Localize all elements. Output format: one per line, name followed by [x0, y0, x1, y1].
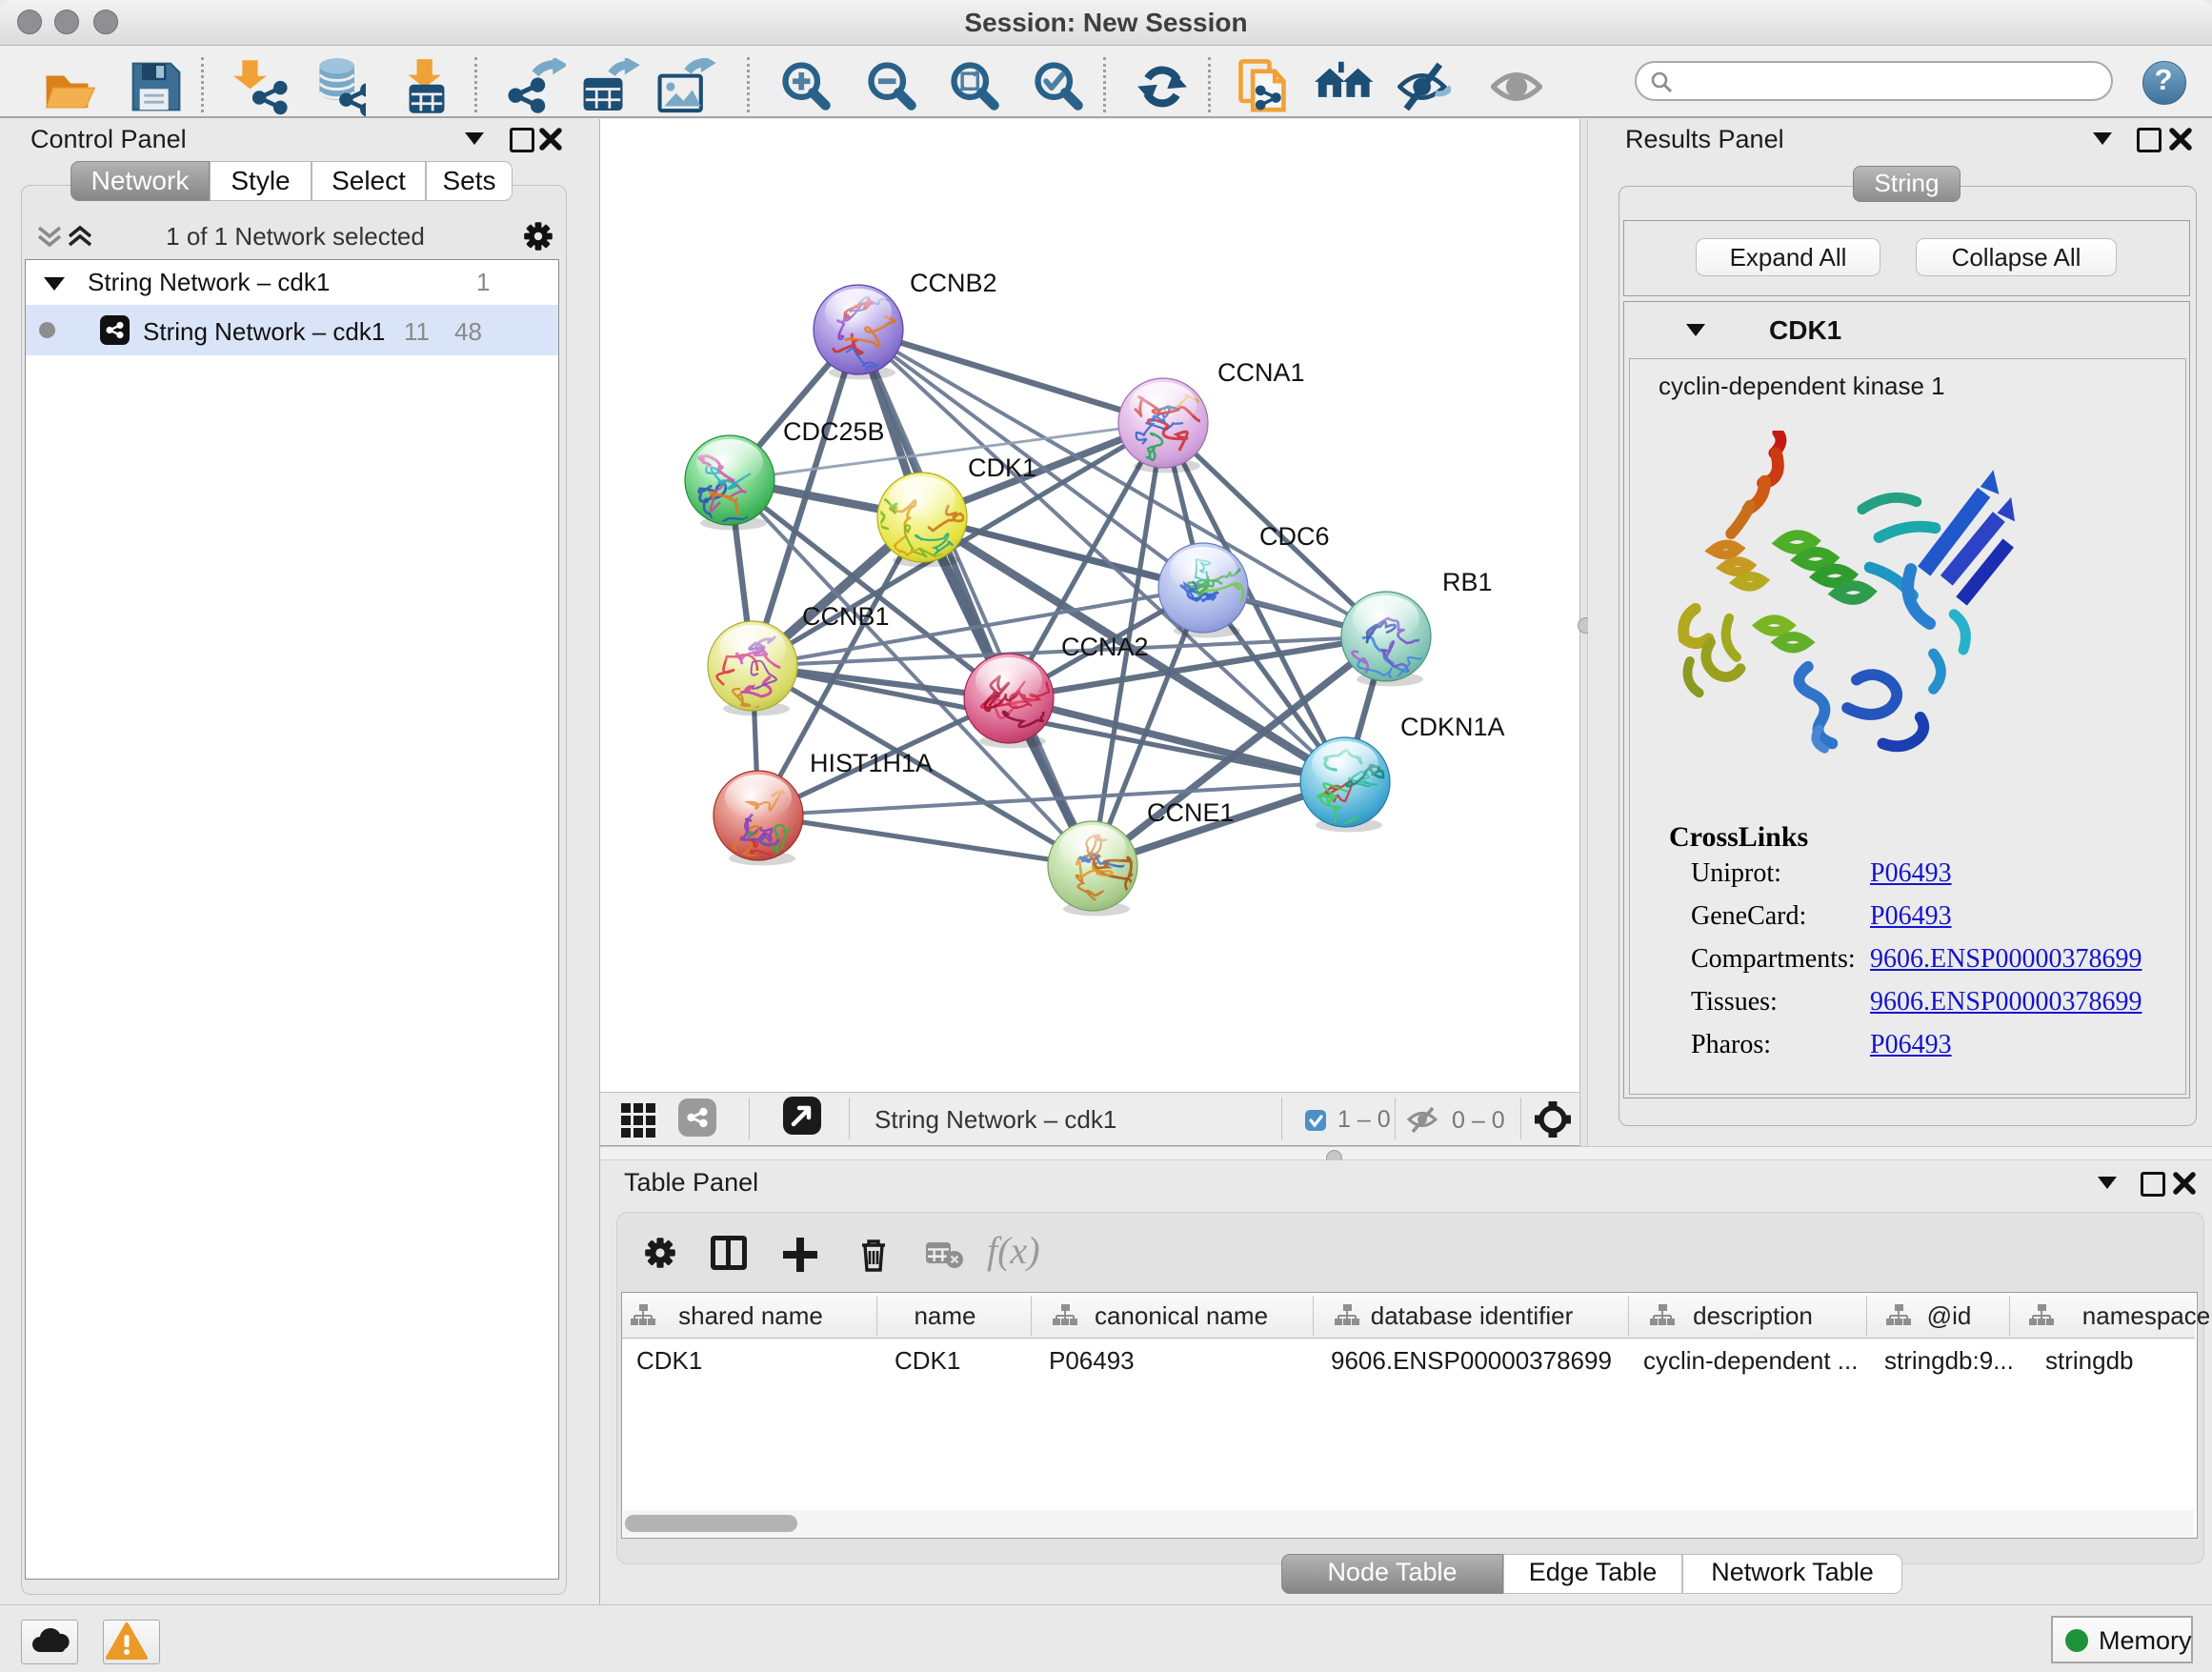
svg-text:CDK1: CDK1	[968, 453, 1036, 482]
svg-text:RB1: RB1	[1442, 568, 1493, 596]
svg-text:CCNB1: CCNB1	[802, 602, 890, 631]
svg-text:CDC25B: CDC25B	[783, 417, 885, 446]
svg-text:CCNA1: CCNA1	[1217, 358, 1305, 387]
svg-text:CDC6: CDC6	[1259, 522, 1330, 551]
svg-text:CCNE1: CCNE1	[1147, 798, 1235, 827]
svg-text:HIST1H1A: HIST1H1A	[810, 749, 933, 777]
svg-text:CCNB2: CCNB2	[910, 269, 997, 297]
svg-text:CCNA2: CCNA2	[1061, 633, 1149, 661]
svg-text:CDKN1A: CDKN1A	[1400, 713, 1505, 741]
